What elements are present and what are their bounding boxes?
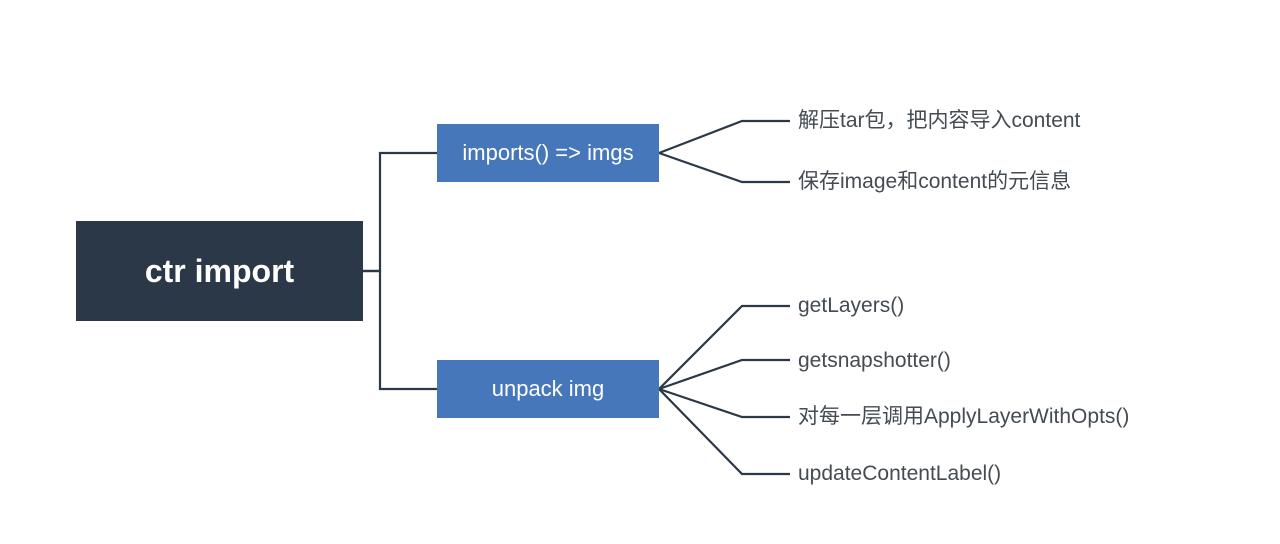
- node-imports-label: imports() => imgs: [462, 140, 633, 166]
- root-node: ctr import: [76, 221, 363, 321]
- node-unpack: unpack img: [437, 360, 659, 418]
- leaf-unpack-2: 对每一层调用ApplyLayerWithOpts(): [798, 405, 1129, 429]
- node-unpack-label: unpack img: [492, 376, 605, 402]
- leaf-imports-1: 保存image和content的元信息: [798, 170, 1071, 194]
- node-imports: imports() => imgs: [437, 124, 659, 182]
- leaf-unpack-0: getLayers(): [798, 294, 904, 318]
- root-label: ctr import: [145, 253, 294, 290]
- leaf-unpack-1: getsnapshotter(): [798, 349, 951, 373]
- leaf-imports-0: 解压tar包，把内容导入content: [798, 109, 1080, 133]
- leaf-unpack-3: updateContentLabel(): [798, 462, 1001, 486]
